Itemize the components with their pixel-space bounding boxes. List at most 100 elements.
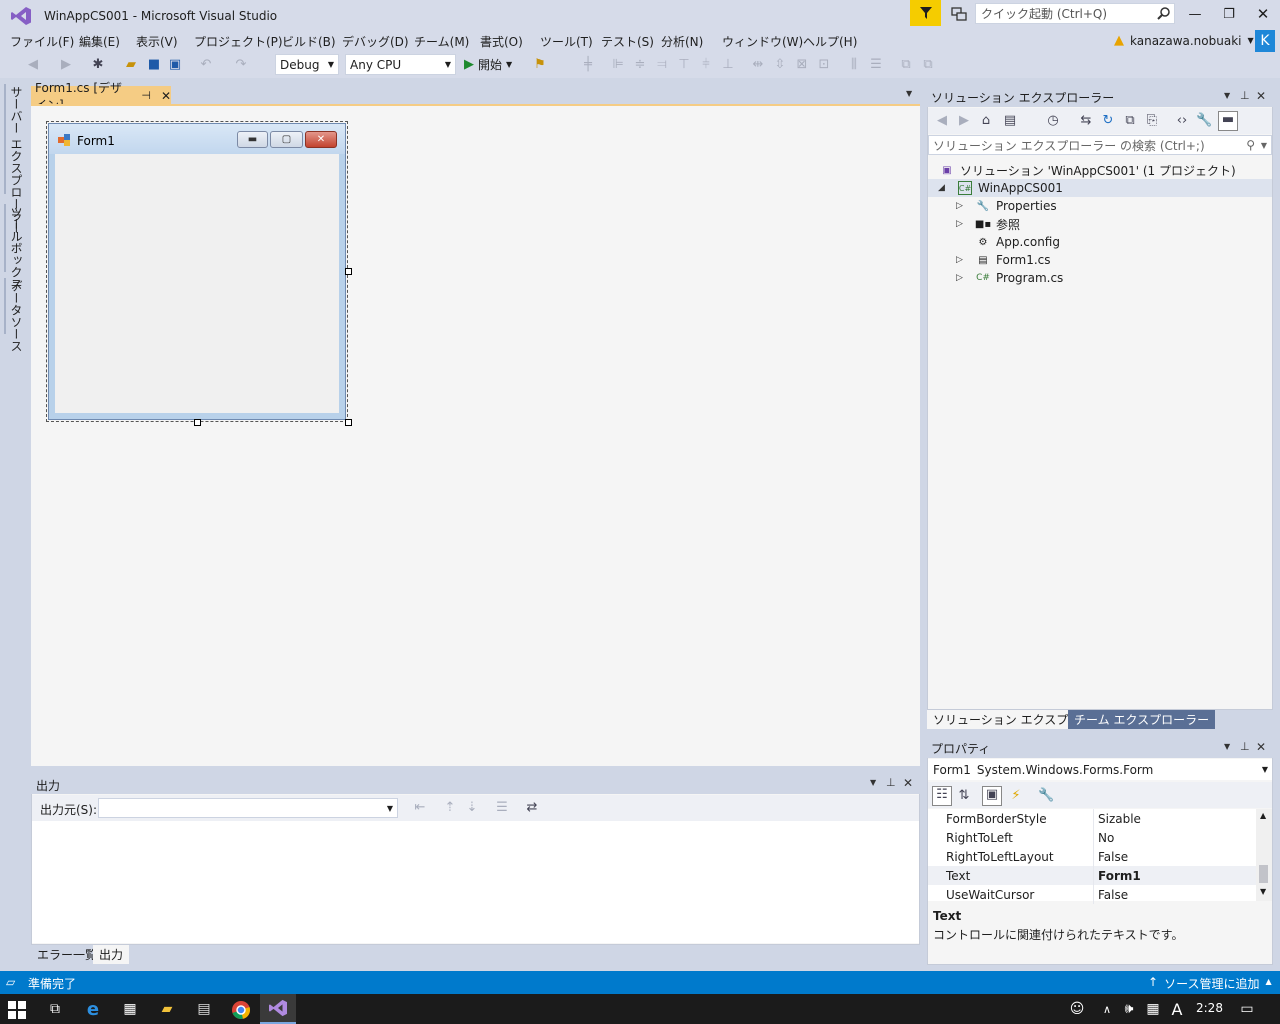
restore-button[interactable]: ❐ <box>1214 4 1244 24</box>
tree-project[interactable]: C# WinAppCS001 <box>958 179 1063 197</box>
property-value[interactable]: False <box>1098 888 1128 902</box>
align-bottoms-icon[interactable]: ⊥ <box>720 57 736 73</box>
save-all-icon[interactable]: ▣ <box>167 57 183 73</box>
align-rights-icon[interactable]: ⫤ <box>654 57 670 73</box>
close-icon[interactable]: ✕ <box>1256 89 1266 103</box>
property-grid-scrollbar[interactable]: ▲ ▼ <box>1256 809 1272 901</box>
switch-views-icon[interactable]: ▤ <box>1002 113 1018 129</box>
file-explorer-icon[interactable]: ▰ <box>156 998 178 1020</box>
forward-icon[interactable]: ▶ <box>956 113 972 129</box>
property-value[interactable]: No <box>1098 831 1114 845</box>
pin-icon[interactable]: ⊥ <box>886 776 896 789</box>
tree-item-references[interactable]: ■▪ 参照 <box>975 215 1020 233</box>
collapsed-triangle-icon[interactable]: ▷ <box>956 201 963 211</box>
property-value[interactable]: Form1 <box>1098 869 1141 883</box>
clock[interactable]: 2:28 <box>1196 1001 1223 1015</box>
property-row[interactable]: RightToLeftLayout False <box>928 847 1256 866</box>
previous-message-icon[interactable]: ⇡ <box>442 800 458 816</box>
close-window-button[interactable]: ✕ <box>1248 4 1278 24</box>
people-icon[interactable]: ☺ <box>1066 998 1088 1020</box>
edge-icon[interactable]: e <box>82 998 104 1020</box>
navigate-back-icon[interactable]: ◀ <box>25 57 41 73</box>
vertical-spacing-icon[interactable]: ☰ <box>868 57 884 73</box>
property-row[interactable]: UseWaitCursor False <box>928 885 1256 904</box>
pin-icon[interactable]: ⊥ <box>1240 740 1250 753</box>
chevron-down-icon[interactable]: ▼ <box>870 778 876 787</box>
events-lightning-icon[interactable]: ⚡ <box>1008 788 1024 804</box>
make-same-height-icon[interactable]: ⇳ <box>772 57 788 73</box>
menu-test[interactable]: テスト(S) <box>601 33 654 50</box>
menu-team[interactable]: チーム(M) <box>414 33 469 50</box>
collapsed-triangle-icon[interactable]: ▷ <box>956 273 963 283</box>
preview-selected-icon[interactable]: ▬ <box>1218 111 1238 131</box>
task-view-icon[interactable]: ⧉ <box>44 998 66 1020</box>
expanded-triangle-icon[interactable]: ◢ <box>938 183 945 193</box>
form-client-area[interactable] <box>55 154 339 413</box>
action-center-icon[interactable]: ▭ <box>1236 998 1258 1020</box>
platform-select[interactable]: Any CPU ▼ <box>345 54 456 75</box>
account-menu[interactable]: ▲ kanazawa.nobuaki ▼ <box>1114 33 1254 48</box>
show-all-files-icon[interactable]: ⎘ <box>1144 113 1160 129</box>
make-same-size-icon[interactable]: ⊡ <box>816 57 832 73</box>
collapsed-triangle-icon[interactable]: ▷ <box>956 219 963 229</box>
calculator-icon[interactable]: ▦ <box>119 998 141 1020</box>
property-value[interactable]: False <box>1098 850 1128 864</box>
bring-to-front-icon[interactable]: ⧉ <box>898 57 914 73</box>
back-icon[interactable]: ◀ <box>934 113 950 129</box>
view-code-icon[interactable]: ‹› <box>1174 113 1190 129</box>
quick-launch-input[interactable]: クイック起動 (Ctrl+Q) <box>975 3 1175 24</box>
output-source-select[interactable]: ▼ <box>98 798 398 818</box>
volume-icon[interactable]: 🕪 <box>1118 998 1140 1020</box>
menu-project[interactable]: プロジェクト(P) <box>194 33 283 50</box>
align-tops-icon[interactable]: ⊤ <box>676 57 692 73</box>
refresh-icon[interactable]: ↻ <box>1100 113 1116 129</box>
sync-icon[interactable]: ⇆ <box>1078 113 1094 129</box>
properties-view-icon[interactable]: ▣ <box>982 786 1002 806</box>
chevron-down-icon[interactable]: ▼ <box>1224 91 1230 100</box>
menu-edit[interactable]: 編集(E) <box>79 33 120 50</box>
menu-file[interactable]: ファイル(F) <box>10 33 74 50</box>
menu-help[interactable]: ヘルプ(H) <box>803 33 857 50</box>
properties-object-select[interactable]: Form1 System.Windows.Forms.Form ▼ <box>928 759 1272 780</box>
align-lefts-icon[interactable]: ⊫ <box>610 57 626 73</box>
resize-handle-right[interactable] <box>345 268 352 275</box>
pin-icon[interactable]: ⊥ <box>1240 89 1250 102</box>
align-to-grid-icon[interactable]: ╪ <box>580 57 596 73</box>
tab-data-sources[interactable]: データソース <box>8 280 25 352</box>
home-icon[interactable]: ⌂ <box>978 113 994 129</box>
close-icon[interactable]: ✕ <box>161 89 171 103</box>
property-value[interactable]: Sizable <box>1098 812 1141 826</box>
open-file-icon[interactable]: ▰ <box>123 57 139 73</box>
add-to-source-control-button[interactable]: ↑ ソース管理に追加 ▲ <box>1148 975 1272 992</box>
tab-form1-design[interactable]: Form1.cs [デザイン] ⊣ ✕ <box>31 81 171 112</box>
clear-all-icon[interactable]: ☰ <box>494 800 510 816</box>
categorized-icon[interactable]: ☷ <box>932 786 952 806</box>
resize-handle-corner[interactable] <box>345 419 352 426</box>
chevron-up-icon[interactable]: ∧ <box>1096 998 1118 1020</box>
save-icon[interactable]: ■ <box>146 57 162 73</box>
minimize-button[interactable]: — <box>1180 4 1210 24</box>
collapse-all-icon[interactable]: ⧉ <box>1122 113 1138 129</box>
solution-config-select[interactable]: Debug ▼ <box>275 54 339 75</box>
solution-explorer-search[interactable]: ソリューション エクスプローラー の検索 (Ctrl+;) ⚲ ▼ <box>928 135 1272 155</box>
avatar[interactable]: K <box>1255 30 1275 52</box>
tree-item-app-config[interactable]: ⚙ App.config <box>976 233 1060 251</box>
property-row-selected[interactable]: Text Form1 <box>928 866 1256 885</box>
find-in-files-icon[interactable]: ⚑ <box>532 57 548 73</box>
tree-item-properties[interactable]: 🔧 Properties <box>976 197 1057 215</box>
close-icon[interactable]: ✕ <box>903 776 913 790</box>
menu-analyze[interactable]: 分析(N) <box>661 33 703 50</box>
windows-start-icon[interactable] <box>8 1001 26 1019</box>
redo-icon[interactable]: ↷ <box>233 57 249 73</box>
feedback-icon[interactable] <box>950 5 968 23</box>
output-text-area[interactable] <box>32 821 919 943</box>
collapsed-triangle-icon[interactable]: ▷ <box>956 255 963 265</box>
property-row[interactable]: RightToLeft No <box>928 828 1256 847</box>
align-middles-icon[interactable]: ⫩ <box>698 57 714 73</box>
menu-debug[interactable]: デバッグ(D) <box>342 33 409 50</box>
make-same-width-icon[interactable]: ⇹ <box>750 57 766 73</box>
ime-indicator[interactable]: A <box>1166 998 1188 1020</box>
tree-solution[interactable]: ▣ ソリューション 'WinAppCS001' (1 プロジェクト) <box>940 161 1235 179</box>
chrome-icon[interactable] <box>231 1000 251 1020</box>
menu-window[interactable]: ウィンドウ(W) <box>722 33 803 50</box>
